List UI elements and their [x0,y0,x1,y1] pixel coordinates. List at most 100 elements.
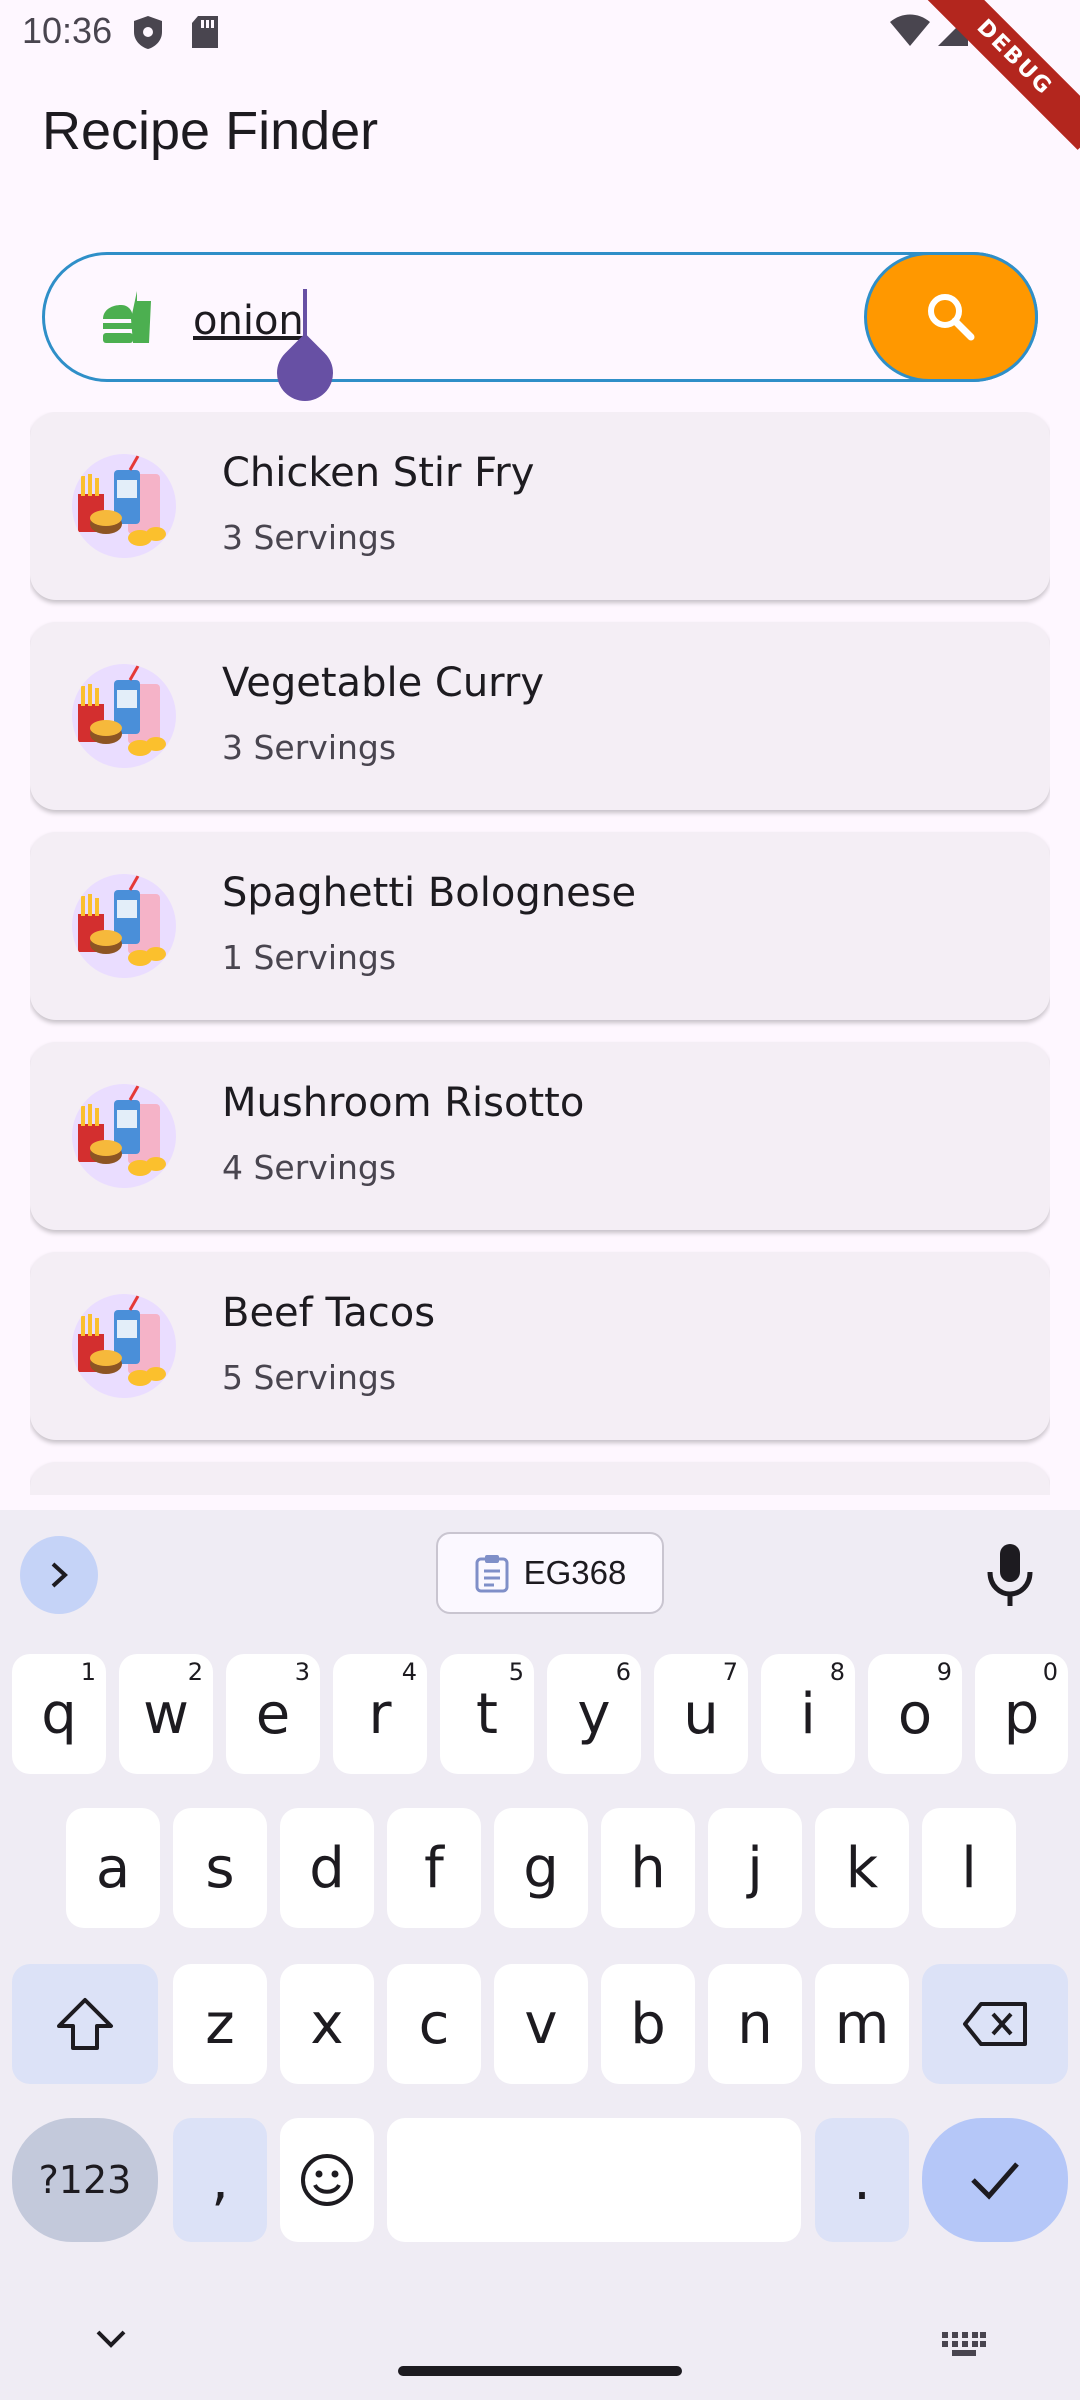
shift-key[interactable] [12,1964,158,2084]
key-j[interactable]: j [708,1808,802,1928]
key-l[interactable]: l [922,1808,1016,1928]
key-label: u [683,1681,719,1747]
key-f[interactable]: f [387,1808,481,1928]
shield-icon [134,16,162,49]
debug-ribbon: DEBUG [920,0,1080,160]
key-c[interactable]: c [387,1964,481,2084]
key-label: . [853,2147,871,2213]
search-input[interactable] [193,291,793,351]
recipe-name: Spaghetti Bolognese [222,870,637,916]
key-y[interactable]: y6 [547,1654,641,1774]
recipe-card[interactable]: Spaghetti Bolognese 1 Servings [30,832,1050,1020]
recipe-thumbnail [72,1084,176,1188]
recipe-list[interactable]: Chicken Stir Fry 3 Servings Vegetable Cu… [30,412,1050,1495]
key-label: ?123 [38,2158,132,2202]
sd-card-icon [192,16,218,48]
recipe-card-partial[interactable] [30,1462,1050,1495]
key-label: s [205,1835,235,1901]
key-label: l [961,1835,977,1901]
recipe-name: Mushroom Risotto [222,1080,585,1126]
shift-icon [57,1998,113,2050]
key-b[interactable]: b [601,1964,695,2084]
key-g[interactable]: g [494,1808,588,1928]
recipe-servings: 3 Servings [222,518,397,557]
key-label: j [747,1835,763,1901]
search-button[interactable] [864,252,1038,382]
key-d[interactable]: d [280,1808,374,1928]
chevron-right-icon [51,1562,68,1588]
key-hint: 7 [722,1658,738,1686]
recipe-name: Chicken Stir Fry [222,450,535,496]
key-n[interactable]: n [708,1964,802,2084]
enter-key[interactable] [922,2118,1068,2242]
recipe-thumbnail [72,664,176,768]
key-label: p [1003,1681,1040,1747]
search-icon [928,294,975,341]
period-key[interactable]: . [815,2118,909,2242]
key-label: t [476,1681,498,1747]
keyboard-toolbar: EG368 [0,1510,1080,1628]
key-label: f [424,1835,444,1901]
debug-label: DEBUG [922,0,1080,150]
key-label: q [41,1681,77,1747]
key-w[interactable]: w2 [119,1654,213,1774]
clipboard-text: EG368 [523,1554,627,1591]
recipe-name: Beef Tacos [222,1290,436,1336]
recipe-card[interactable]: Vegetable Curry 3 Servings [30,622,1050,810]
recipe-card[interactable]: Chicken Stir Fry 3 Servings [30,412,1050,600]
key-s[interactable]: s [173,1808,267,1928]
emoji-key[interactable] [280,2118,374,2242]
clipboard-suggestion-chip[interactable]: EG368 [436,1532,664,1614]
microphone-icon[interactable] [980,1540,1040,1610]
key-z[interactable]: z [173,1964,267,2084]
key-p[interactable]: p0 [975,1654,1068,1774]
key-hint: 8 [829,1658,845,1686]
key-hint: 4 [401,1658,417,1686]
key-e[interactable]: e3 [226,1654,320,1774]
home-indicator[interactable] [398,2366,682,2376]
key-t[interactable]: t5 [440,1654,534,1774]
backspace-icon [963,2002,1027,2046]
key-a[interactable]: a [66,1808,160,1928]
key-k[interactable]: k [815,1808,909,1928]
recipe-thumbnail [72,454,176,558]
recipe-servings: 1 Servings [222,938,397,977]
page-title: Recipe Finder [42,101,379,161]
key-r[interactable]: r4 [333,1654,427,1774]
backspace-key[interactable] [922,1964,1068,2084]
key-x[interactable]: x [280,1964,374,2084]
key-h[interactable]: h [601,1808,695,1928]
key-label: y [577,1681,611,1747]
recipe-thumbnail [72,874,176,978]
key-label: , [211,2147,229,2213]
key-label: m [834,1991,890,2057]
search-bar[interactable] [42,252,1038,413]
key-label: c [418,1991,450,2057]
keyboard-icon[interactable] [942,2332,986,2356]
key-label: x [310,1991,344,2057]
symbols-key[interactable]: ?123 [12,2118,158,2242]
key-hint: 5 [508,1658,524,1686]
recipe-card[interactable]: Mushroom Risotto 4 Servings [30,1042,1050,1230]
key-v[interactable]: v [494,1964,588,2084]
key-label: n [737,1991,773,2057]
key-hint: 0 [1042,1658,1058,1686]
expand-toolbar-button[interactable] [20,1536,98,1614]
key-label: i [800,1681,816,1747]
key-u[interactable]: u7 [654,1654,748,1774]
chevron-down-icon[interactable] [94,2328,128,2350]
key-q[interactable]: q1 [12,1654,106,1774]
comma-key[interactable]: , [173,2118,267,2242]
checkmark-icon [971,2162,1019,2200]
key-o[interactable]: o9 [868,1654,962,1774]
key-label: o [897,1681,933,1747]
fastfood-icon [103,291,151,343]
recipe-card[interactable]: Beef Tacos 5 Servings [30,1252,1050,1440]
space-key[interactable] [387,2118,801,2242]
key-label: r [368,1681,392,1747]
key-i[interactable]: i8 [761,1654,855,1774]
key-hint: 1 [80,1658,96,1686]
key-label: e [255,1681,291,1747]
key-label: b [630,1991,666,2057]
key-m[interactable]: m [815,1964,909,2084]
